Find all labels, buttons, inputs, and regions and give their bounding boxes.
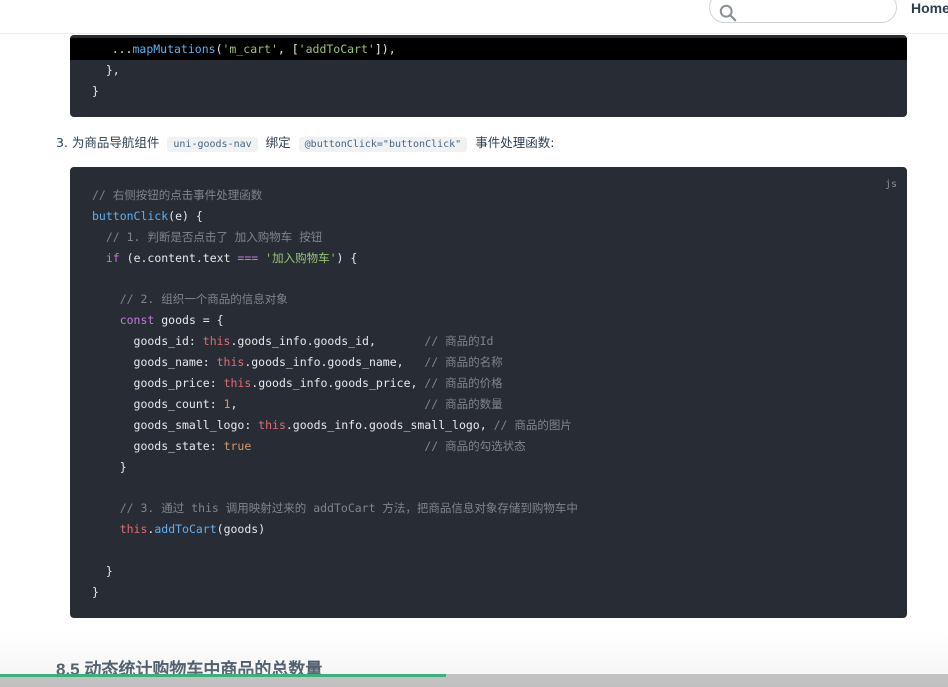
code-block-top: ...mapMutations('m_cart', ['addToCart'])…	[70, 35, 907, 117]
code-line: // 右侧按钮的点击事件处理函数	[92, 187, 262, 203]
code-line: // 2. 组织一个商品的信息对象	[92, 291, 288, 307]
step-text: 3. 为商品导航组件	[56, 135, 160, 150]
search-input[interactable]	[709, 0, 897, 23]
code-token: '加入购物车'	[265, 251, 337, 265]
code-line: this.addToCart(goods)	[119, 522, 266, 536]
code-line: buttonClick(e) {	[92, 209, 203, 223]
nav-link-home[interactable]: Home	[911, 0, 948, 16]
code-token: (	[215, 42, 223, 56]
code-token: if	[105, 251, 120, 265]
code-token: 'm_cart'	[222, 42, 278, 56]
code-token: // 2. 组织一个商品的信息对象	[92, 292, 288, 306]
code-line: }	[92, 564, 113, 578]
code-line: }	[92, 460, 127, 474]
code-token: this	[119, 522, 148, 536]
code-line: goods_id: this.goods_info.goods_id, // 商…	[92, 334, 494, 348]
step-text: 事件处理函数:	[475, 135, 555, 150]
code-token: // 商品的数量	[424, 397, 503, 411]
code-token: // 右侧按钮的点击事件处理函数	[92, 188, 263, 202]
code-block-main: js // 右侧按钮的点击事件处理函数 buttonClick(e) { // …	[70, 167, 907, 618]
code-token: this	[202, 334, 231, 348]
code-line: ...mapMutations('m_cart', ['addToCart'])…	[84, 41, 396, 57]
code-line: }	[92, 585, 99, 599]
code-token: const	[119, 313, 155, 327]
code-token: // 商品的名称	[424, 355, 503, 369]
code-line: goods_count: 1, // 商品的数量	[92, 397, 503, 411]
code-token: ===	[237, 251, 259, 265]
code-line: goods_name: this.goods_info.goods_name, …	[92, 355, 503, 369]
code-line: // 1. 判断是否点击了 加入购物车 按钮	[92, 229, 322, 245]
code-token: this	[258, 418, 286, 432]
code-token: 1	[223, 397, 231, 411]
code-token: mapMutations	[132, 42, 216, 56]
top-navbar: Home	[0, 0, 948, 34]
step-3-instruction: 3. 为商品导航组件 uni-goods-nav 绑定 @buttonClick…	[56, 135, 554, 153]
code-token: true	[223, 439, 252, 453]
code-token: this	[223, 376, 252, 390]
code-line: // 3. 通过 this 调用映射过来的 addToCart 方法，把商品信息…	[92, 500, 578, 516]
code-line: goods_state: true // 商品的勾选状态	[92, 439, 526, 453]
code-language-label: js	[884, 179, 897, 190]
code-line: if (e.content.text === '加入购物车') {	[105, 251, 358, 265]
code-token: 'addToCart'	[298, 42, 375, 56]
code-token: // 商品的Id	[424, 334, 494, 348]
inline-code-binding: @buttonClick="buttonClick"	[298, 137, 468, 152]
code-line: goods_small_logo: this.goods_info.goods_…	[92, 418, 572, 432]
code-token: // 1. 判断是否点击了 加入购物车 按钮	[92, 230, 323, 244]
code-token: // 商品的勾选状态	[424, 439, 526, 453]
code-token: ]),	[374, 42, 396, 56]
code-token: // 商品的图片	[493, 418, 572, 432]
code-line: }	[92, 84, 99, 98]
code-line: goods_price: this.goods_info.goods_price…	[92, 376, 503, 390]
code-token: // 商品的价格	[424, 376, 503, 390]
code-token: , [	[277, 42, 299, 56]
step-text: 绑定	[265, 135, 291, 150]
code-line: const goods = {	[119, 313, 224, 327]
code-token: addToCart	[154, 522, 217, 536]
code-token: buttonClick	[92, 209, 169, 223]
video-progress-fill[interactable]	[0, 674, 446, 677]
search-icon	[719, 4, 737, 22]
inline-code-component: uni-goods-nav	[167, 137, 258, 152]
code-token: ...	[84, 42, 133, 56]
code-token: // 3. 通过 this 调用映射过来的 addToCart 方法，把商品信息…	[92, 501, 578, 515]
code-line: },	[92, 63, 120, 77]
code-token: this	[216, 355, 245, 369]
